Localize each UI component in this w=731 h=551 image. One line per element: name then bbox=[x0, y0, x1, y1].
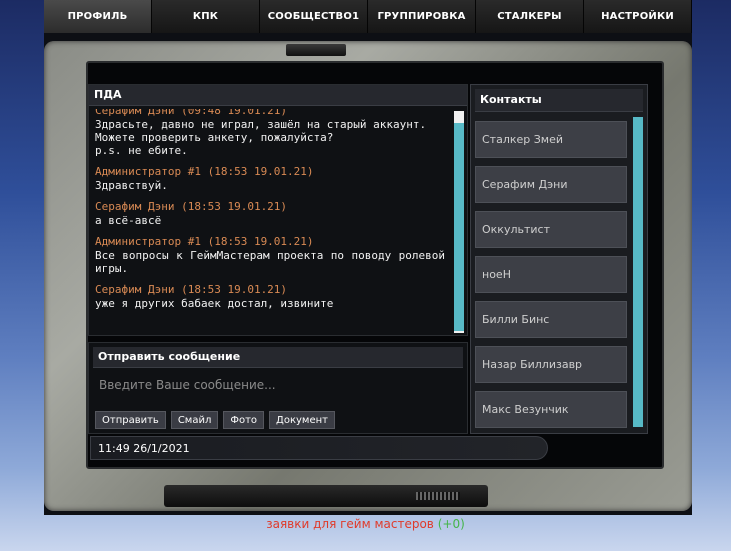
message-text: Все вопросы к ГеймМастерам проекта по по… bbox=[95, 249, 445, 275]
contact-item[interactable]: Оккультист bbox=[475, 211, 627, 248]
chat-log: Серафим Дэни (09:48 19.01.21) Здрасьте, … bbox=[95, 109, 445, 333]
message-text: Здрасьте, давно не играл, зашёл на стары… bbox=[95, 118, 427, 157]
tab-profile[interactable]: ПРОФИЛЬ bbox=[44, 0, 152, 33]
smile-button[interactable]: Смайл bbox=[170, 411, 219, 429]
tab-settings[interactable]: НАСТРОЙКИ bbox=[584, 0, 692, 33]
gm-requests-link[interactable]: заявки для гейм мастеров bbox=[266, 517, 434, 531]
message-author: Серафим Дэни (18:53 19.01.21) bbox=[95, 200, 288, 213]
contact-item[interactable]: Серафим Дэни bbox=[475, 166, 627, 203]
contact-item[interactable]: ноеН bbox=[475, 256, 627, 293]
contact-item[interactable]: Билли Бинс bbox=[475, 301, 627, 338]
document-button[interactable]: Документ bbox=[269, 411, 335, 429]
chat-message: Администратор #1 (18:53 19.01.21) Все во… bbox=[95, 235, 445, 275]
message-text: а всё-авсё bbox=[95, 214, 162, 227]
tab-stalkers[interactable]: СТАЛКЕРЫ bbox=[476, 0, 584, 33]
contacts-panel: Контакты Сталкер Змей Серафим Дэни Оккул… bbox=[470, 84, 648, 434]
tab-kpk[interactable]: КПК bbox=[152, 0, 260, 33]
chat-message: Серафим Дэни (18:53 19.01.21) а всё-авсё bbox=[95, 200, 445, 227]
contact-item[interactable]: Сталкер Змей bbox=[475, 121, 627, 158]
footer: заявки для гейм мастеров (+0) bbox=[0, 517, 731, 531]
chat-scrollbar[interactable] bbox=[454, 111, 464, 333]
chat-message: Администратор #1 (18:53 19.01.21) Здравс… bbox=[95, 165, 445, 192]
contacts-scrollbar[interactable] bbox=[633, 117, 643, 427]
gm-requests-count: (+0) bbox=[437, 517, 465, 531]
speaker-grill bbox=[416, 492, 460, 500]
message-text: Здравствуй. bbox=[95, 179, 168, 192]
datetime-status: 11:49 26/1/2021 bbox=[90, 436, 548, 460]
message-author: Администратор #1 (18:53 19.01.21) bbox=[95, 165, 314, 178]
message-author: Администратор #1 (18:53 19.01.21) bbox=[95, 235, 314, 248]
chat-scrollbar-thumb[interactable] bbox=[454, 123, 464, 331]
photo-button[interactable]: Фото bbox=[223, 411, 265, 429]
pda-panel: ПДА Серафим Дэни (09:48 19.01.21) Здрась… bbox=[88, 84, 468, 336]
device-top-handle bbox=[286, 44, 346, 56]
contacts-list: Сталкер Змей Серафим Дэни Оккультист ное… bbox=[475, 121, 627, 436]
chat-message: Серафим Дэни (18:53 19.01.21) уже я друг… bbox=[95, 283, 445, 310]
contacts-scrollbar-thumb[interactable] bbox=[633, 117, 643, 427]
top-nav: ПРОФИЛЬ КПК СООБЩЕСТВО1 ГРУППИРОВКА СТАЛ… bbox=[44, 0, 692, 34]
send-button[interactable]: Отправить bbox=[95, 411, 166, 429]
message-author: Серафим Дэни (09:48 19.01.21) bbox=[95, 109, 288, 117]
send-message-title: Отправить сообщение bbox=[93, 347, 463, 368]
tab-group[interactable]: ГРУППИРОВКА bbox=[368, 0, 476, 33]
tab-community[interactable]: СООБЩЕСТВО1 bbox=[260, 0, 368, 33]
message-text: уже я других бабаек достал, извините bbox=[95, 297, 334, 310]
message-input[interactable] bbox=[95, 373, 463, 397]
contacts-title: Контакты bbox=[475, 89, 643, 112]
contact-item[interactable]: Макс Везунчик bbox=[475, 391, 627, 428]
send-message-panel: Отправить сообщение Отправить Смайл Фото… bbox=[88, 342, 468, 434]
contact-item[interactable]: Назар Биллизавр bbox=[475, 346, 627, 383]
message-author: Серафим Дэни (18:53 19.01.21) bbox=[95, 283, 288, 296]
chat-message: Серафим Дэни (09:48 19.01.21) Здрасьте, … bbox=[95, 109, 445, 157]
send-button-row: Отправить Смайл Фото Документ bbox=[95, 411, 335, 429]
pda-title: ПДА bbox=[89, 85, 467, 106]
